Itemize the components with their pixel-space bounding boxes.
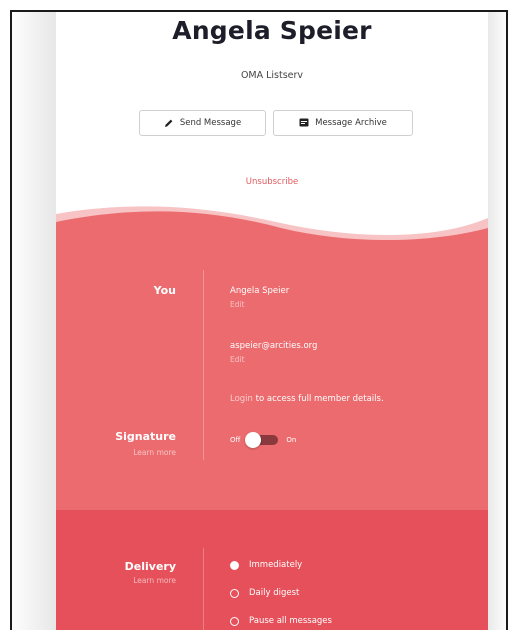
- member-name: Angela Speier: [172, 16, 372, 45]
- email-value: aspeier@arcities.org: [230, 341, 318, 351]
- delivery-settings-section: [56, 510, 488, 630]
- browser-frame: Angela Speier OMA Listserv Send Message …: [10, 10, 508, 630]
- display-name-value: Angela Speier: [230, 286, 290, 296]
- delivery-option-label: Pause all messages: [249, 616, 332, 626]
- login-prompt-text: to access full member details.: [252, 394, 384, 404]
- signature-toggle-row: Off On: [230, 432, 296, 448]
- archive-icon: [299, 118, 309, 128]
- page-gutter-right: [486, 12, 506, 630]
- you-label: You: [153, 284, 176, 297]
- delivery-label: Delivery: [124, 560, 176, 573]
- member-settings-section: [56, 244, 488, 510]
- toggle-off-label: Off: [230, 436, 241, 444]
- signature-label: Signature: [115, 430, 176, 443]
- section-divider: [203, 270, 204, 460]
- radio-unselected-icon: [230, 616, 239, 626]
- login-prompt: Login to access full member details.: [230, 394, 384, 404]
- send-message-label: Send Message: [179, 118, 242, 128]
- unsubscribe-link[interactable]: Unsubscribe: [56, 177, 488, 187]
- delivery-option-label: Daily digest: [249, 588, 300, 598]
- login-link[interactable]: Login: [230, 394, 253, 404]
- delivery-divider: [203, 548, 204, 630]
- signature-toggle[interactable]: [245, 432, 279, 448]
- page-gutter-left: [12, 12, 56, 630]
- delivery-option-immediately[interactable]: Immediately: [230, 560, 302, 570]
- delivery-option-pause[interactable]: Pause all messages: [230, 616, 332, 626]
- list-name: OMA Listserv: [240, 70, 304, 81]
- radio-unselected-icon: [230, 588, 239, 598]
- toggle-knob: [245, 432, 262, 448]
- member-card: Angela Speier OMA Listserv Send Message …: [56, 12, 488, 630]
- delivery-learn-more-link[interactable]: Learn more: [133, 576, 176, 585]
- pencil-icon: [164, 118, 174, 128]
- toggle-on-label: On: [286, 436, 297, 444]
- wave-divider: [56, 206, 488, 250]
- signature-learn-more-link[interactable]: Learn more: [133, 448, 176, 457]
- message-archive-label: Message Archive: [315, 118, 387, 128]
- message-archive-button[interactable]: Message Archive: [273, 110, 413, 136]
- delivery-option-label: Immediately: [249, 560, 303, 570]
- email-edit-link[interactable]: Edit: [230, 355, 245, 364]
- send-message-button[interactable]: Send Message: [139, 110, 266, 136]
- radio-selected-icon: [230, 560, 239, 570]
- delivery-option-daily-digest[interactable]: Daily digest: [230, 588, 299, 598]
- display-name-edit-link[interactable]: Edit: [230, 300, 245, 309]
